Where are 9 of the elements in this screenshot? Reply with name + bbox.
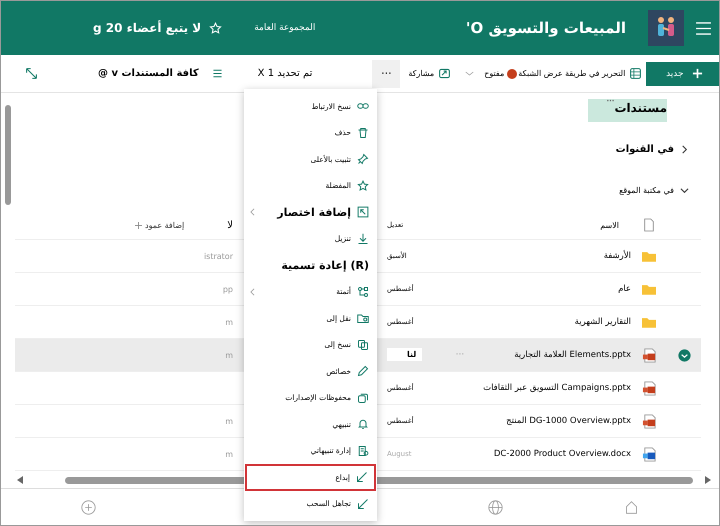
table-cell: m [225,350,233,360]
modified-cell: لنا [387,348,422,361]
table-cell: pp [222,284,233,294]
table-cell: m [225,318,233,326]
table-cell: istrator [204,252,233,260]
table-cell: m [225,450,233,458]
group-type: المجموعة العامة [254,23,316,33]
site-title: المبيعات والتسويق O' [466,19,626,37]
table-cell: m [225,416,233,426]
